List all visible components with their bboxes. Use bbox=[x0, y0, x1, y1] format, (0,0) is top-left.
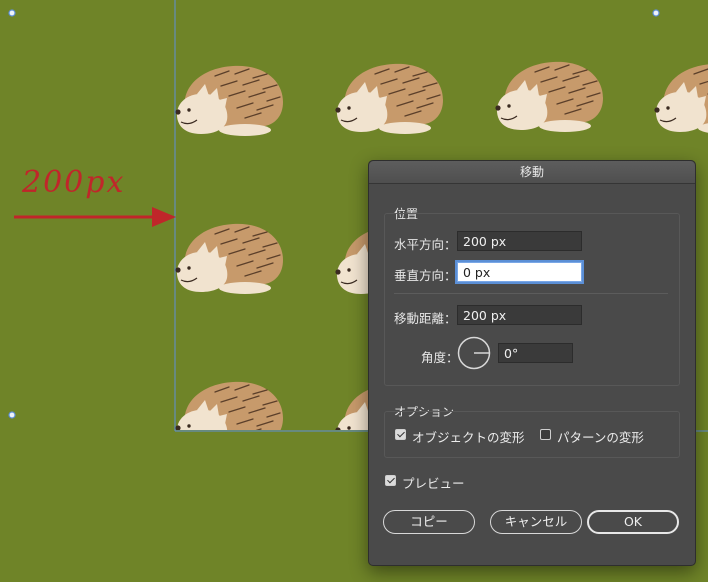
horizontal-input[interactable] bbox=[457, 231, 582, 251]
transform-objects-checkbox[interactable] bbox=[395, 429, 406, 440]
cancel-button[interactable]: キャンセル bbox=[490, 510, 582, 534]
annotation-label: 200px bbox=[21, 165, 125, 200]
preview-label[interactable]: プレビュー bbox=[402, 473, 465, 492]
preview-checkbox[interactable] bbox=[385, 475, 396, 486]
vertical-input[interactable] bbox=[457, 262, 582, 282]
hedgehog-illustration bbox=[334, 63, 444, 135]
hedgehog-illustration bbox=[174, 65, 284, 137]
distance-input[interactable] bbox=[457, 305, 582, 325]
transform-patterns-checkbox[interactable] bbox=[540, 429, 551, 440]
ok-button[interactable]: OK bbox=[587, 510, 679, 534]
horizontal-label: 水平方向： bbox=[394, 237, 457, 252]
dialog-title: 移動 bbox=[369, 161, 695, 184]
vertical-label: 垂直方向： bbox=[394, 268, 457, 283]
hedgehog-illustration bbox=[494, 61, 604, 133]
distance-label: 移動距離： bbox=[394, 311, 457, 326]
transform-objects-label[interactable]: オブジェクトの変形 bbox=[412, 427, 525, 446]
transform-patterns-label[interactable]: パターンの変形 bbox=[557, 427, 644, 446]
angle-label: 角度： bbox=[421, 350, 459, 365]
hedgehog-illustration bbox=[653, 63, 708, 135]
divider bbox=[394, 293, 668, 294]
move-dialog: 移動 位置 水平方向： 垂直方向： 移動距離： 角度： オプション オブジェクト… bbox=[368, 160, 696, 566]
hedgehog-illustration bbox=[174, 223, 284, 295]
canvas-background bbox=[0, 0, 175, 582]
angle-dial-icon[interactable] bbox=[457, 336, 491, 370]
angle-input[interactable] bbox=[498, 343, 573, 363]
copy-button[interactable]: コピー bbox=[383, 510, 475, 534]
